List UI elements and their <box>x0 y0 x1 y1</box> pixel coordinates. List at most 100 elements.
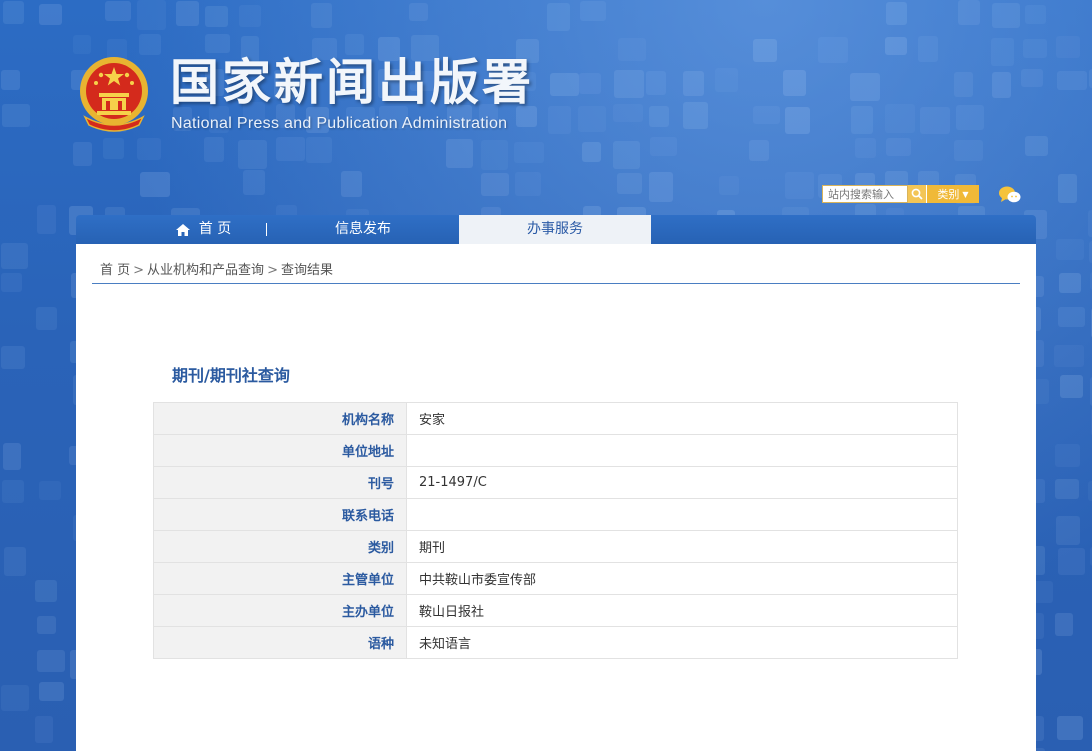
background-tile <box>885 37 907 56</box>
background-tile <box>481 140 508 171</box>
background-tile <box>718 175 740 196</box>
background-tile <box>991 71 1012 98</box>
background-tile <box>1024 136 1048 156</box>
breadcrumb-divider <box>92 283 1020 284</box>
background-tile <box>35 579 57 603</box>
background-tile <box>137 0 167 30</box>
field-label: 主办单位 <box>153 594 407 627</box>
nav-item-home-label: 首 页 <box>198 221 232 237</box>
field-value: 安家 <box>406 402 958 435</box>
background-tile <box>549 72 579 96</box>
background-tile <box>39 682 64 702</box>
national-emblem-icon <box>80 57 148 132</box>
category-label: 类别 <box>937 188 960 201</box>
background-tile <box>957 0 981 26</box>
background-tile <box>646 70 667 95</box>
background-tile <box>818 36 849 63</box>
nav-divider <box>266 223 267 236</box>
background-tile <box>1021 68 1044 88</box>
site-search: 类别 ▼ <box>822 185 979 203</box>
background-tile <box>991 37 1015 66</box>
background-tile <box>140 171 170 198</box>
background-tile <box>548 105 572 134</box>
breadcrumb-separator: > <box>267 263 278 278</box>
table-row: 单位地址 <box>153 434 958 467</box>
background-tile <box>1054 344 1084 367</box>
background-tile <box>2 103 31 128</box>
background-tile <box>138 34 162 56</box>
background-tile <box>0 345 25 369</box>
background-tile <box>409 2 429 22</box>
background-tile <box>581 141 602 163</box>
breadcrumb-org-query[interactable]: 从业机构和产品查询 <box>147 263 264 278</box>
background-tile <box>1 70 20 90</box>
background-tile <box>784 171 815 199</box>
background-tile <box>3 0 25 24</box>
background-tile <box>205 5 229 27</box>
nav-item-services[interactable]: 办事服务 <box>459 215 651 244</box>
background-tile <box>204 136 224 163</box>
wechat-icon[interactable] <box>998 185 1022 205</box>
field-label: 联系电话 <box>153 498 407 531</box>
background-tile <box>515 171 542 197</box>
background-tile <box>1055 239 1084 261</box>
background-tile <box>918 36 939 63</box>
search-button[interactable] <box>908 185 926 203</box>
background-tile <box>72 141 93 166</box>
table-row: 语种 未知语言 <box>153 626 958 659</box>
background-tile <box>37 205 57 234</box>
field-label: 主管单位 <box>153 562 407 595</box>
site-title-english: National Press and Publication Administr… <box>171 115 508 132</box>
background-tile <box>752 38 777 62</box>
background-tile <box>785 106 810 134</box>
background-tile <box>885 2 907 25</box>
table-row: 联系电话 <box>153 498 958 531</box>
breadcrumb-home[interactable]: 首 页 <box>100 263 130 278</box>
background-tile <box>1057 716 1083 741</box>
background-tile <box>612 141 641 169</box>
field-value <box>406 498 958 531</box>
field-value: 中共鞍山市委宣传部 <box>406 562 958 595</box>
site-title: 国家新闻出版署 <box>170 54 535 111</box>
background-tile <box>616 172 643 194</box>
background-tile <box>175 1 199 26</box>
main-content: 首 页 > 从业机构和产品查询 > 查询结果 期刊/期刊社查询 机构名称 安家 单位地址… <box>76 244 1036 751</box>
field-label: 语种 <box>153 626 407 659</box>
background-tile <box>1054 478 1080 499</box>
background-tile <box>481 173 509 197</box>
background-tile <box>991 2 1021 28</box>
field-value: 21-1497/C <box>406 466 958 499</box>
background-tile <box>649 105 669 127</box>
field-value: 未知语言 <box>406 626 958 659</box>
background-tile <box>306 136 333 163</box>
field-label: 类别 <box>153 530 407 563</box>
search-input[interactable] <box>822 185 908 203</box>
background-tile <box>1059 273 1081 293</box>
background-tile <box>1055 36 1080 59</box>
background-tile <box>753 105 780 125</box>
background-tile <box>37 615 56 635</box>
caret-down-icon: ▼ <box>962 189 969 199</box>
background-tile <box>1055 444 1081 468</box>
background-tile <box>2 442 21 471</box>
background-tile <box>37 650 65 672</box>
nav-item-home[interactable]: 首 页 <box>138 215 268 244</box>
background-tile <box>682 102 708 129</box>
background-tile <box>72 35 92 54</box>
background-tile <box>954 139 983 161</box>
background-tile <box>1055 515 1081 546</box>
field-label: 机构名称 <box>153 402 407 435</box>
background-tile <box>854 138 877 158</box>
background-tile <box>238 139 267 170</box>
category-dropdown[interactable]: 类别 ▼ <box>926 185 979 203</box>
home-icon <box>175 223 190 236</box>
background-tile <box>0 273 23 292</box>
nav-item-info-release[interactable]: 信息发布 <box>268 215 458 244</box>
background-tile <box>782 69 806 96</box>
background-tile <box>953 71 973 98</box>
background-tile <box>613 103 644 122</box>
table-row: 类别 期刊 <box>153 530 958 563</box>
background-tile <box>1024 5 1046 24</box>
background-tile <box>34 716 53 744</box>
background-tile <box>275 136 305 162</box>
